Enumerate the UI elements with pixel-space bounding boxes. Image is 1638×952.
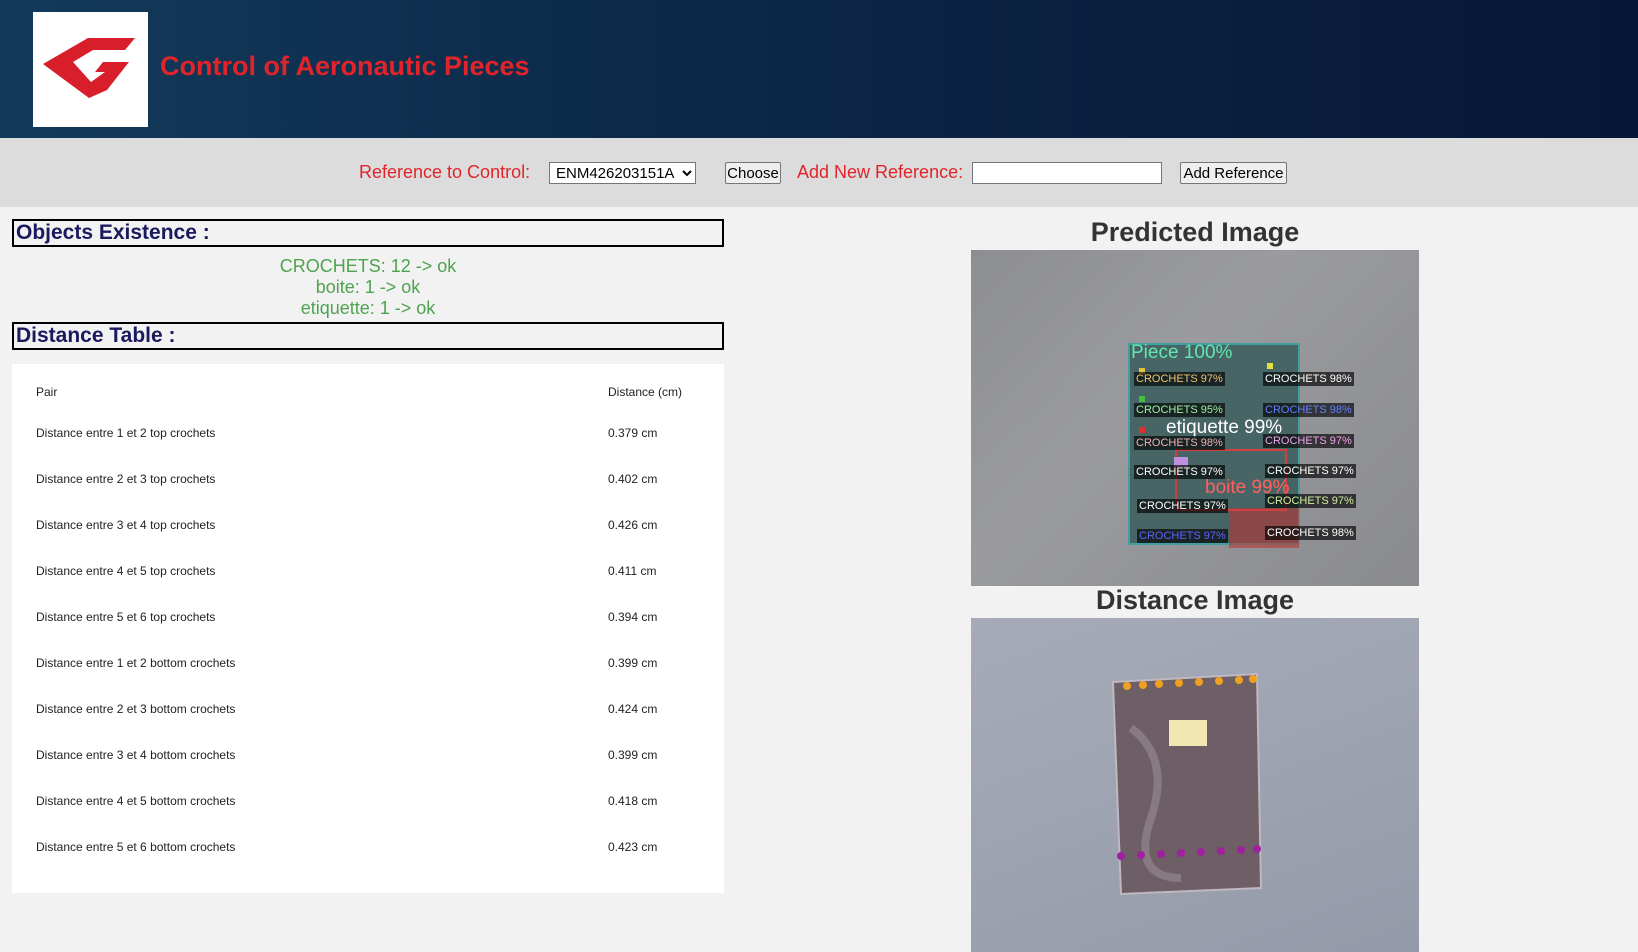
det-crochets-label: CROCHETS 97% <box>1134 372 1225 386</box>
app-title: Control of Aeronautic Pieces <box>160 51 530 81</box>
table-row: Distance entre 2 et 3 top crochets 0.402 … <box>24 456 704 502</box>
det-piece-label: Piece 100% <box>1131 342 1233 363</box>
reference-toolbar: Reference to Control: Add New Reference: <box>0 138 1638 207</box>
add-new-reference-label: Add New Reference: <box>797 162 964 182</box>
pair-cell: Distance entre 2 et 3 bottom crochets <box>36 702 236 716</box>
pair-cell: Distance entre 5 et 6 bottom crochets <box>36 840 236 854</box>
pair-cell: Distance entre 4 et 5 top crochets <box>36 564 216 578</box>
company-logo <box>33 12 148 127</box>
table-header-row: Pair Distance (cm) <box>24 374 704 410</box>
pair-cell: Distance entre 1 et 2 top crochets <box>36 426 216 440</box>
reference-label: Reference to Control: <box>359 162 531 182</box>
table-row: Distance entre 1 et 2 top crochets 0.379 … <box>24 410 704 456</box>
new-reference-input[interactable] <box>972 162 1162 184</box>
distance-cell: 0.402 cm <box>608 472 658 486</box>
existence-item-boite: boite: 1 -> ok <box>315 277 421 297</box>
distance-cell: 0.424 cm <box>608 702 658 716</box>
table-row: Distance entre 4 et 5 top crochets 0.411 … <box>24 548 704 594</box>
pair-cell: Distance entre 3 et 4 bottom crochets <box>36 748 236 762</box>
predicted-image: Piece 100% CROCHETS 97% CROCHETS 98% CRO… <box>971 250 1419 586</box>
existence-item-crochets: CROCHETS: 12 -> ok <box>279 256 457 276</box>
det-crochets-label: CROCHETS 97% <box>1137 499 1228 513</box>
distance-cell: 0.399 cm <box>608 748 658 762</box>
distance-cell: 0.379 cm <box>608 426 658 440</box>
pair-cell: Distance entre 1 et 2 bottom crochets <box>36 656 236 670</box>
det-crochets-label: CROCHETS 98% <box>1263 403 1354 417</box>
distance-table-heading: Distance Table : <box>12 322 724 350</box>
distance-cell: 0.411 cm <box>608 564 657 578</box>
det-crochets-label: CROCHETS 97% <box>1263 434 1354 448</box>
distance-cell: 0.418 cm <box>608 794 658 808</box>
distance-table: Pair Distance (cm) Distance entre 1 et 2… <box>24 374 704 870</box>
app-header: Control of Aeronautic Pieces <box>0 0 1638 138</box>
table-row: Distance entre 5 et 6 top crochets 0.394 … <box>24 594 704 640</box>
pair-cell: Distance entre 5 et 6 top crochets <box>36 610 216 624</box>
distance-cell: 0.399 cm <box>608 656 658 670</box>
choose-button[interactable]: Choose <box>725 162 781 184</box>
table-row: Distance entre 3 et 4 top crochets 0.426 … <box>24 502 704 548</box>
det-crochets-label: CROCHETS 95% <box>1134 403 1225 417</box>
table-row: Distance entre 2 et 3 bottom crochets 0.4… <box>24 686 704 732</box>
det-crochets-label: CROCHETS 97% <box>1265 464 1356 478</box>
column-header-pair: Pair <box>36 385 58 399</box>
distance-image <box>971 618 1419 952</box>
objects-existence-heading: Objects Existence : <box>12 219 724 247</box>
add-reference-button[interactable]: Add Reference <box>1180 162 1287 184</box>
distance-image-title: Distance Image <box>1095 585 1295 615</box>
det-crochets-label: CROCHETS 98% <box>1263 372 1354 386</box>
det-crochets-label: CROCHETS 97% <box>1137 529 1228 543</box>
det-crochets-label: CROCHETS 98% <box>1265 526 1356 540</box>
pair-cell: Distance entre 3 et 4 top crochets <box>36 518 216 532</box>
distance-cell: 0.394 cm <box>608 610 658 624</box>
distance-table-panel: Pair Distance (cm) Distance entre 1 et 2… <box>12 364 724 893</box>
existence-item-etiquette: etiquette: 1 -> ok <box>300 298 436 318</box>
pair-cell: Distance entre 4 et 5 bottom crochets <box>36 794 236 808</box>
table-row: Distance entre 3 et 4 bottom crochets 0.3… <box>24 732 704 778</box>
distance-cell: 0.426 cm <box>608 518 658 532</box>
pair-cell: Distance entre 2 et 3 top crochets <box>36 472 216 486</box>
table-row: Distance entre 1 et 2 bottom crochets 0.3… <box>24 640 704 686</box>
table-row: Distance entre 5 et 6 bottom crochets 0.4… <box>24 824 704 870</box>
reference-select[interactable]: ENM426203151A <box>549 162 696 184</box>
column-header-distance: Distance (cm) <box>608 385 683 399</box>
company-logo-g-icon <box>43 38 135 98</box>
objects-existence-list: CROCHETS: 12 -> ok boite: 1 -> ok etique… <box>12 256 724 319</box>
distance-cell: 0.423 cm <box>608 840 658 854</box>
predicted-image-title: Predicted Image <box>1090 217 1300 247</box>
det-crochets-label: CROCHETS 98% <box>1134 436 1225 450</box>
table-row: Distance entre 4 et 5 bottom crochets 0.4… <box>24 778 704 824</box>
distance-image-drawing <box>1111 672 1263 896</box>
det-crochets-label: CROCHETS 97% <box>1265 494 1356 508</box>
